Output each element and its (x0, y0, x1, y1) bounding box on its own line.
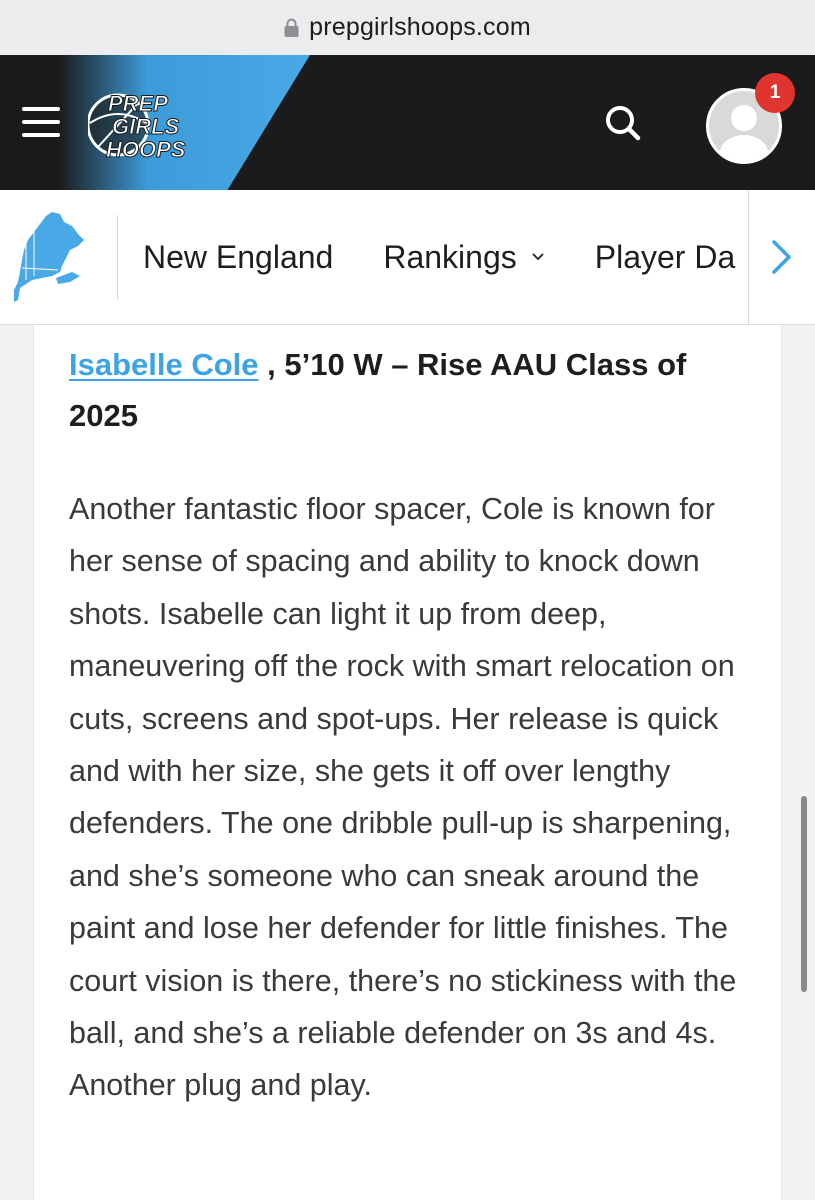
region-nav: New England Rankings Player Da (0, 190, 815, 325)
site-header: PREP GIRLS HOOPS (0, 55, 815, 190)
svg-text:GIRLS: GIRLS (112, 114, 180, 139)
nav-item-player-database[interactable]: Player Da (595, 239, 736, 276)
nav-items: New England Rankings Player Da (143, 190, 748, 324)
url-text[interactable]: prepgirlshoops.com (309, 13, 531, 42)
article-body: Another fantastic floor spacer, Cole is … (69, 492, 737, 1103)
nav-item-rankings[interactable]: Rankings (383, 239, 544, 276)
hamburger-menu-icon[interactable] (22, 107, 60, 137)
player-name-link[interactable]: Isabelle Cole (69, 347, 259, 382)
nav-item-new-england[interactable]: New England (143, 239, 333, 276)
svg-text:HOOPS: HOOPS (106, 137, 186, 162)
nav-divider-right (748, 190, 749, 324)
chevron-right-icon[interactable] (762, 232, 802, 282)
notification-badge[interactable]: 1 (755, 73, 795, 113)
browser-url-bar[interactable]: prepgirlshoops.com (0, 0, 815, 55)
article-card: Isabelle Cole , 5’10 W – Rise AAU Class … (33, 325, 782, 1200)
chevron-down-icon (531, 249, 545, 267)
player-headline: Isabelle Cole , 5’10 W – Rise AAU Class … (69, 339, 759, 441)
nav-divider (117, 215, 118, 300)
search-icon[interactable] (600, 100, 646, 146)
svg-text:PREP: PREP (108, 91, 168, 116)
page-scrollbar[interactable] (801, 796, 807, 992)
site-logo[interactable]: PREP GIRLS HOOPS (86, 85, 218, 165)
new-england-map-icon[interactable] (12, 210, 88, 302)
lock-icon (284, 18, 299, 38)
